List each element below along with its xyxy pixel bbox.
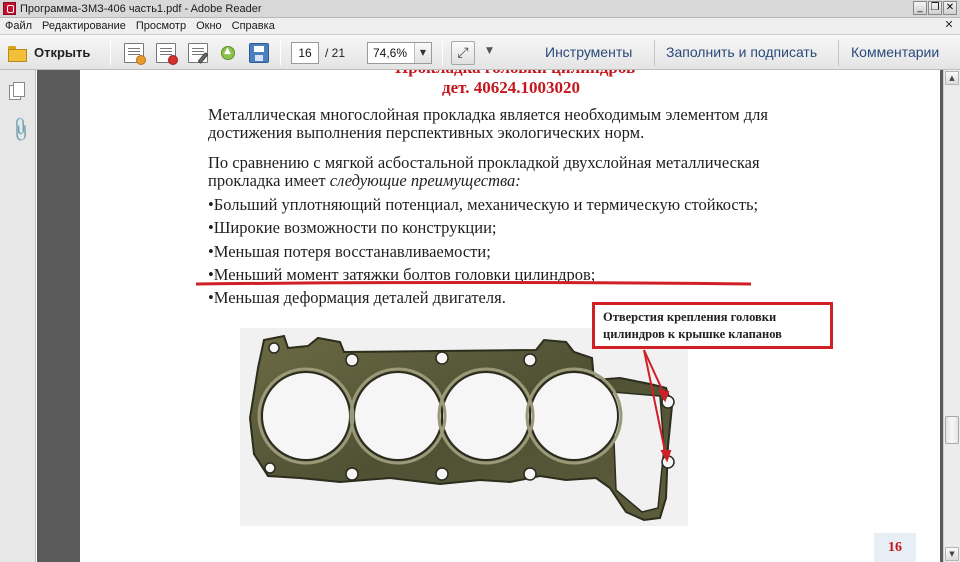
edit-icon[interactable] [188, 43, 209, 64]
callout-line-1: Отверстия крепления головки [603, 310, 777, 324]
red-underline-annotation [196, 281, 751, 286]
bullet-1: •Больший уплотняющий потенциал, механиче… [208, 195, 759, 214]
create-badge-icon [136, 55, 146, 65]
page-number-label: 16 [874, 533, 916, 562]
para2-line1: По сравнению с мягкой асбостальной прокл… [208, 153, 760, 172]
page-number-input[interactable]: 16 [291, 42, 319, 64]
document-close-icon[interactable]: ✕ [942, 19, 956, 33]
tab-separator [654, 40, 655, 66]
open-button[interactable]: Открыть [4, 41, 100, 64]
menu-edit[interactable]: Редактирование [37, 20, 131, 32]
bullet-5: •Меньшая деформация деталей двигателя. [208, 288, 506, 307]
close-button[interactable]: ✕ [943, 1, 957, 15]
pencil-icon [197, 52, 209, 64]
page-total: / 21 [325, 46, 346, 60]
cylinder-bore-2 [353, 371, 443, 461]
cylinder-bore-1 [261, 371, 351, 461]
title-bar: Программа-ЗМЗ-406 часть1.pdf - Adobe Rea… [0, 0, 960, 18]
scroll-up-icon[interactable]: ▲ [945, 71, 959, 85]
toolbar-separator [280, 41, 281, 65]
tab-tools[interactable]: Инструменты [545, 44, 632, 60]
chevron-down-icon[interactable]: ▼ [414, 43, 431, 63]
minimize-button[interactable]: _ [913, 1, 927, 15]
scroll-down-icon[interactable]: ▼ [945, 547, 959, 561]
bullet-3: •Меньшая потеря восстанавливаемости; [208, 242, 491, 261]
window-title: Программа-ЗМЗ-406 часть1.pdf - Adobe Rea… [20, 2, 262, 15]
tab-comments[interactable]: Комментарии [851, 44, 939, 60]
folder-icon [8, 45, 27, 62]
convert-badge-icon [168, 55, 178, 65]
cloud-upload-icon [221, 46, 235, 60]
menu-window[interactable]: Окно [191, 20, 227, 32]
head-gasket-illustration [248, 334, 675, 522]
save-icon[interactable] [249, 43, 269, 63]
cylinder-bore-4 [529, 371, 619, 461]
scroll-thumb[interactable] [945, 416, 959, 444]
more-tools-chevron-icon[interactable]: ▼ [486, 46, 493, 56]
para2-line2: прокладка имеет следующие преимущества: [208, 172, 521, 190]
window-controls: _ ❐ ✕ [913, 1, 957, 15]
vertical-scrollbar[interactable]: ▲ ▼ [943, 70, 960, 562]
create-pdf-icon[interactable] [124, 43, 146, 65]
convert-icon[interactable] [156, 43, 178, 65]
adobe-reader-icon [3, 2, 16, 15]
callout-line-2: цилиндров к крышке клапанов [603, 327, 782, 341]
navigation-pane: 📎 [0, 70, 36, 562]
menu-bar: Файл Редактирование Просмотр Окно Справк… [0, 18, 960, 35]
doc-subtitle: дет. 40624.1003020 [442, 78, 580, 97]
document-viewport: Прокладка головки цилиндров дет. 40624.1… [37, 70, 943, 562]
callout-box: Отверстия крепления головки цилиндров к … [592, 302, 833, 349]
restore-button[interactable]: ❐ [928, 1, 942, 15]
zoom-value: 74,6% [373, 46, 408, 60]
attachments-icon[interactable]: 📎 [6, 116, 35, 145]
bullet-2: •Широкие возможности по конструкции; [208, 218, 497, 237]
open-label: Открыть [34, 45, 91, 60]
para1-line2: достижения выполнения перспективных экол… [208, 123, 645, 142]
menu-help[interactable]: Справка [227, 20, 280, 32]
doc-title: Прокладка головки цилиндров [395, 70, 635, 78]
para1-line1: Металлическая многослойная прокладка явл… [208, 105, 768, 124]
toolbar-separator [442, 41, 443, 65]
tab-separator [838, 40, 839, 66]
fit-page-expand-icon[interactable]: ⤢ [451, 41, 475, 65]
upload-icon[interactable] [218, 43, 238, 63]
para2-line2-prefix: прокладка имеет [208, 171, 330, 190]
tab-fill-sign[interactable]: Заполнить и подписать [666, 44, 817, 60]
pdf-page: Прокладка головки цилиндров дет. 40624.1… [80, 70, 940, 562]
menu-file[interactable]: Файл [0, 20, 37, 32]
menu-view[interactable]: Просмотр [131, 20, 191, 32]
cylinder-bore-3 [441, 371, 531, 461]
para2-line2-italic: следующие преимущества: [329, 171, 521, 190]
page-thumbnails-icon[interactable] [9, 82, 25, 100]
zoom-select[interactable]: 74,6% ▼ [367, 42, 432, 64]
toolbar-separator [110, 41, 111, 65]
gasket-photo [240, 328, 688, 526]
